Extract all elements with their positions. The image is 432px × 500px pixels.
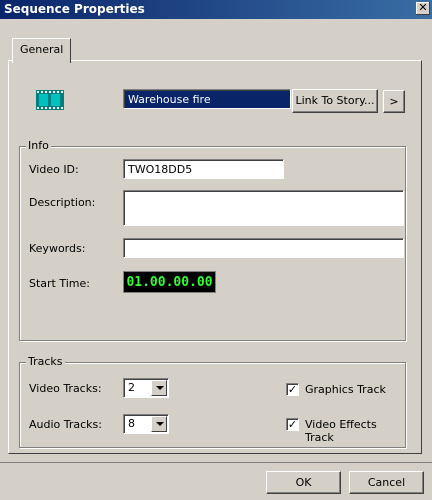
start-time-display[interactable]: 01.00.00.00 <box>123 271 216 293</box>
description-input[interactable] <box>123 190 404 226</box>
graphics-track-label: Graphics Track <box>305 383 386 396</box>
title-bar: Sequence Properties ✕ <box>0 0 432 19</box>
footer-divider <box>0 462 432 463</box>
audio-tracks-select[interactable]: 8 <box>123 414 169 434</box>
close-button[interactable]: ✕ <box>416 2 430 15</box>
general-panel: Warehouse fire Link To Story... > Info V… <box>8 60 422 454</box>
tracks-legend: Tracks <box>26 355 65 368</box>
sequence-name-input[interactable]: Warehouse fire <box>123 89 291 109</box>
video-tracks-value: 2 <box>128 381 135 394</box>
chevron-down-icon[interactable] <box>151 380 167 396</box>
info-legend: Info <box>26 139 51 152</box>
graphics-track-checkbox[interactable]: ✓ <box>286 383 299 396</box>
filmstrip-icon <box>36 90 64 110</box>
audio-tracks-label: Audio Tracks: <box>29 418 102 431</box>
start-time-label: Start Time: <box>29 277 90 290</box>
audio-tracks-value: 8 <box>128 417 135 430</box>
info-group: Info Video ID: TWO18DD5 Description: Key… <box>19 139 406 341</box>
tab-general[interactable]: General <box>12 38 72 63</box>
window-title: Sequence Properties <box>4 2 145 16</box>
keywords-input[interactable] <box>123 238 404 258</box>
video-effects-track-checkbox[interactable]: ✓ <box>286 418 299 431</box>
video-id-value: TWO18DD5 <box>128 163 193 176</box>
keywords-label: Keywords: <box>29 242 86 255</box>
video-tracks-label: Video Tracks: <box>29 382 102 395</box>
sequence-name-value: Warehouse fire <box>128 93 211 106</box>
next-button[interactable]: > <box>383 90 405 113</box>
tracks-group: Tracks Video Tracks: 2 Audio Tracks: 8 ✓… <box>19 355 406 448</box>
description-label: Description: <box>29 196 96 209</box>
video-id-input[interactable]: TWO18DD5 <box>123 159 284 179</box>
cancel-button[interactable]: Cancel <box>349 471 424 494</box>
video-effects-track-label: Video Effects Track <box>305 418 377 444</box>
ok-button[interactable]: OK <box>266 471 341 494</box>
link-to-story-button[interactable]: Link To Story... <box>292 89 378 113</box>
video-id-label: Video ID: <box>29 163 79 176</box>
video-tracks-select[interactable]: 2 <box>123 378 169 398</box>
chevron-down-icon[interactable] <box>151 416 167 432</box>
